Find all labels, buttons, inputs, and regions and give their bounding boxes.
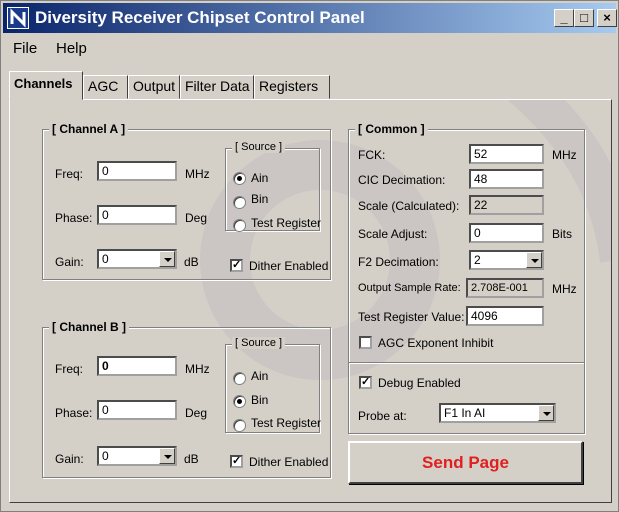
common-divider: [349, 362, 584, 364]
menu-help[interactable]: Help: [56, 40, 87, 57]
channel-b-freq-label: Freq:: [55, 362, 84, 376]
channel-a-source-test-radio[interactable]: [233, 219, 246, 232]
tab-agc[interactable]: AGC: [83, 75, 128, 99]
channel-a-gain-label: Gain:: [55, 255, 84, 269]
f2-decimation-value: 2: [474, 253, 481, 267]
channel-b-dither-label: Dither Enabled: [249, 455, 329, 469]
cic-decimation-label: CIC Decimation:: [358, 173, 446, 187]
probe-at-label: Probe at:: [358, 409, 407, 423]
f2-decimation-label: F2 Decimation:: [358, 255, 439, 269]
window-title: Diversity Receiver Chipset Control Panel: [35, 8, 365, 27]
channel-b-source-test-radio[interactable]: [233, 419, 246, 432]
maximize-icon: □: [580, 10, 588, 25]
channel-b-phase-unit: Deg: [185, 406, 208, 420]
channel-a-phase-input[interactable]: 0: [97, 205, 177, 225]
output-sample-rate-value: 2.708E-001: [466, 278, 544, 298]
channel-b-gain-value: 0: [102, 449, 109, 463]
scale-adjust-input[interactable]: 0: [469, 223, 544, 243]
fck-input[interactable]: 52: [469, 144, 544, 164]
menu-bar: File Help: [3, 35, 616, 61]
channel-a-title: [ Channel A ]: [49, 122, 129, 136]
tab-registers[interactable]: Registers: [254, 75, 330, 99]
tab-filter-data[interactable]: Filter Data: [180, 75, 254, 99]
channel-a-freq-input[interactable]: 0: [97, 161, 177, 181]
channel-a-group: [ Channel A ] Freq: 0 MHz Phase: 0 Deg G…: [42, 122, 331, 280]
channels-tab-page: [ Channel A ] Freq: 0 MHz Phase: 0 Deg G…: [9, 99, 612, 503]
chevron-down-icon[interactable]: [526, 252, 542, 268]
test-register-label: Test Register Value:: [358, 310, 465, 324]
fck-label: FCK:: [358, 148, 386, 162]
close-button[interactable]: ×: [597, 9, 617, 27]
common-title: [ Common ]: [355, 122, 428, 136]
f2-decimation-select[interactable]: 2: [469, 250, 544, 270]
common-group: [ Common ] FCK: 52 MHz CIC Decimation: 4…: [348, 122, 585, 434]
channel-b-source-test-label: Test Register: [251, 416, 322, 430]
channel-a-source-bin-radio[interactable]: [233, 196, 246, 209]
channel-a-source-title: [ Source ]: [232, 141, 286, 153]
channel-b-gain-unit: dB: [184, 452, 199, 466]
cic-decimation-input[interactable]: 48: [469, 169, 544, 189]
channel-b-source-ain-radio[interactable]: [233, 372, 246, 385]
channel-a-gain-value: 0: [102, 252, 109, 266]
channel-b-freq-unit: MHz: [185, 362, 210, 376]
app-logo-icon: [7, 7, 29, 29]
tab-output[interactable]: Output: [128, 75, 180, 99]
minimize-icon: _: [560, 10, 568, 25]
channel-b-source-ain-label: Ain: [251, 369, 269, 383]
channel-a-source-ain-radio[interactable]: [233, 172, 246, 185]
channel-b-dither-checkbox[interactable]: ✓: [230, 455, 243, 468]
output-sample-rate-label: Output Sample Rate:: [358, 282, 461, 294]
channel-a-phase-unit: Deg: [185, 211, 208, 225]
debug-enabled-label: Debug Enabled: [378, 376, 461, 390]
output-sample-rate-unit: MHz: [552, 282, 577, 296]
channel-b-phase-label: Phase:: [55, 406, 93, 420]
channel-b-source-title: [ Source ]: [232, 337, 286, 349]
menu-file[interactable]: File: [13, 40, 37, 57]
send-page-button[interactable]: Send Page: [348, 441, 583, 484]
channel-a-freq-label: Freq:: [55, 167, 84, 181]
close-icon: ×: [603, 10, 611, 25]
channel-a-phase-label: Phase:: [55, 211, 93, 225]
test-register-input[interactable]: 4096: [466, 306, 544, 326]
channel-b-title: [ Channel B ]: [49, 320, 129, 334]
agc-exponent-inhibit-checkbox[interactable]: [359, 336, 372, 349]
channel-b-freq-input[interactable]: 0: [97, 356, 177, 376]
channel-b-group: [ Channel B ] Freq: 0 MHz Phase: 0 Deg G…: [42, 320, 331, 478]
probe-at-value: F1 In AI: [444, 406, 486, 420]
title-bar[interactable]: Diversity Receiver Chipset Control Panel…: [3, 3, 617, 33]
channel-a-dither-checkbox[interactable]: ✓: [230, 259, 243, 272]
minimize-button[interactable]: _: [554, 9, 574, 27]
channel-a-dither-label: Dither Enabled: [249, 259, 329, 273]
channel-b-gain-select[interactable]: 0: [97, 446, 177, 466]
app-window: Diversity Receiver Chipset Control Panel…: [0, 0, 619, 512]
channel-b-phase-input[interactable]: 0: [97, 400, 177, 420]
scale-calculated-value: 22: [469, 195, 544, 215]
channel-b-source-group: [ Source ] Ain Bin Test Register: [225, 337, 322, 433]
tab-channels[interactable]: Channels: [9, 71, 83, 100]
scale-calculated-label: Scale (Calculated):: [358, 199, 460, 213]
channel-a-gain-unit: dB: [184, 255, 199, 269]
channel-b-gain-label: Gain:: [55, 452, 84, 466]
chevron-down-icon[interactable]: [159, 251, 175, 267]
chevron-down-icon[interactable]: [159, 448, 175, 464]
scale-adjust-label: Scale Adjust:: [358, 227, 428, 241]
fck-unit: MHz: [552, 148, 577, 162]
agc-exponent-inhibit-label: AGC Exponent Inhibit: [378, 336, 494, 350]
channel-a-source-bin-label: Bin: [251, 192, 269, 206]
channel-a-source-ain-label: Ain: [251, 171, 269, 185]
scale-adjust-unit: Bits: [552, 227, 573, 241]
debug-enabled-checkbox[interactable]: ✓: [359, 376, 372, 389]
probe-at-select[interactable]: F1 In AI: [439, 403, 556, 423]
channel-b-source-bin-label: Bin: [251, 393, 269, 407]
channel-a-source-group: [ Source ] Ain Bin Test Register: [225, 141, 322, 232]
channel-a-freq-unit: MHz: [185, 167, 210, 181]
maximize-button[interactable]: □: [574, 9, 594, 27]
channel-a-source-test-label: Test Register: [251, 216, 322, 230]
chevron-down-icon[interactable]: [538, 405, 554, 421]
channel-b-source-bin-radio[interactable]: [233, 395, 246, 408]
channel-a-gain-select[interactable]: 0: [97, 249, 177, 269]
